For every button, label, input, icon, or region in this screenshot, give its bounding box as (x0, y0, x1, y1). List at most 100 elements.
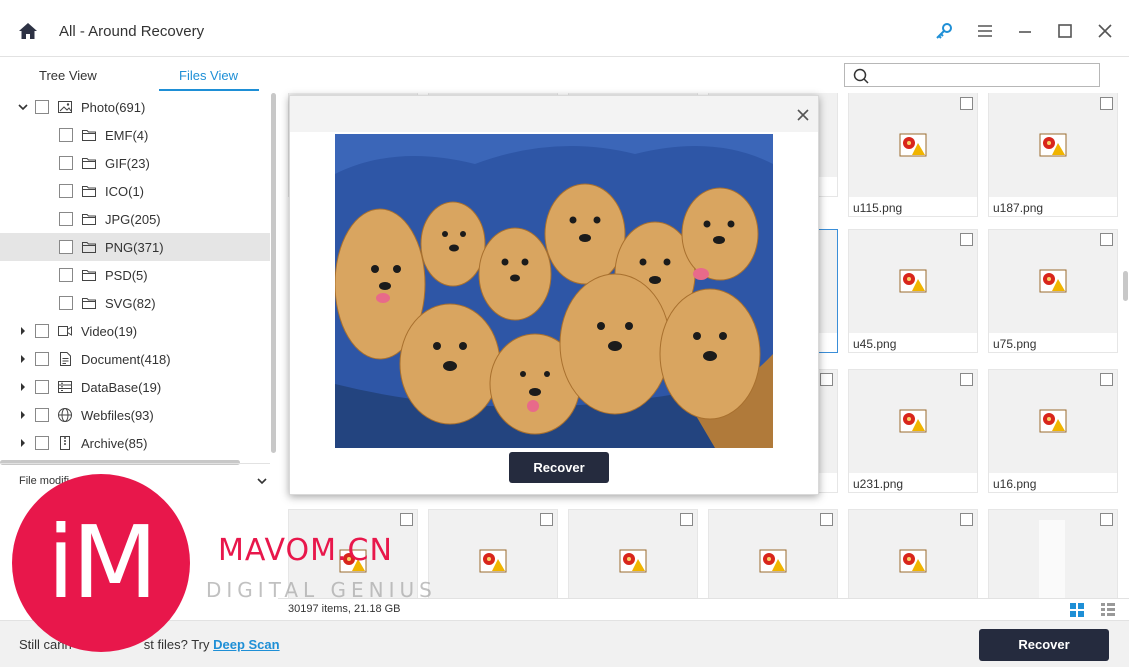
file-checkbox[interactable] (820, 513, 833, 526)
tree-checkbox[interactable] (35, 100, 49, 114)
tree-item-ico[interactable]: ICO(1) (0, 177, 270, 205)
file-card-u187[interactable]: u187.png (988, 93, 1118, 217)
tree-item-label: Document(418) (81, 352, 171, 367)
image-file-icon (759, 549, 787, 573)
file-card-u75[interactable]: u75.png (988, 229, 1118, 353)
image-file-icon (899, 549, 927, 573)
thumbnail (989, 510, 1117, 598)
chevron-down-icon[interactable] (257, 476, 267, 486)
image-file-icon (619, 549, 647, 573)
tree-item-document[interactable]: Document(418) (0, 345, 270, 373)
tree-checkbox[interactable] (59, 156, 73, 170)
tree-item-video[interactable]: Video(19) (0, 317, 270, 345)
watermark-brand: MAVOM.CN (218, 533, 393, 568)
archive-icon (60, 436, 70, 450)
tree-checkbox[interactable] (59, 268, 73, 282)
file-checkbox[interactable] (960, 373, 973, 386)
tree-checkbox[interactable] (35, 408, 49, 422)
file-checkbox[interactable] (960, 97, 973, 110)
file-card-u231[interactable]: u231.png (848, 369, 978, 493)
tree-item-label: Video(19) (81, 324, 138, 339)
preview-recover-button[interactable]: Recover (509, 452, 609, 483)
tab-files-view[interactable]: Files View (179, 68, 238, 83)
preview-header (290, 96, 818, 132)
file-checkbox[interactable] (1100, 97, 1113, 110)
close-icon[interactable] (797, 109, 809, 121)
file-checkbox[interactable] (540, 513, 553, 526)
file-card[interactable] (708, 509, 838, 598)
tree-item-label: JPG(205) (105, 212, 161, 227)
tree-checkbox[interactable] (59, 240, 73, 254)
tree-checkbox[interactable] (59, 296, 73, 310)
chevron-right-icon[interactable] (18, 382, 28, 392)
maximize-icon[interactable] (1056, 22, 1074, 40)
chevron-right-icon[interactable] (18, 410, 28, 420)
list-view-icon[interactable] (1101, 603, 1115, 617)
tree-item-jpg[interactable]: JPG(205) (0, 205, 270, 233)
menu-icon[interactable] (976, 22, 994, 40)
file-card-u115[interactable]: u115.png (848, 93, 978, 217)
chevron-right-icon[interactable] (18, 438, 28, 448)
file-checkbox[interactable] (820, 373, 833, 386)
image-file-icon (899, 133, 927, 157)
file-checkbox[interactable] (960, 233, 973, 246)
tree-checkbox[interactable] (35, 380, 49, 394)
tree-checkbox[interactable] (59, 184, 73, 198)
tree-item-svg[interactable]: SVG(82) (0, 289, 270, 317)
tree-item-gif[interactable]: GIF(23) (0, 149, 270, 177)
tree-checkbox[interactable] (59, 212, 73, 226)
file-card[interactable] (848, 509, 978, 598)
key-icon[interactable] (935, 22, 953, 40)
file-card-u16[interactable]: u16.png (988, 369, 1118, 493)
tree-item-psd[interactable]: PSD(5) (0, 261, 270, 289)
sidebar-scrollbar[interactable] (271, 93, 276, 453)
folder-icon (82, 158, 96, 169)
tree-item-label: SVG(82) (105, 296, 156, 311)
watermark-logo: iM (12, 474, 190, 652)
recover-button[interactable]: Recover (979, 629, 1109, 661)
file-card[interactable] (428, 509, 558, 598)
database-icon (58, 381, 72, 393)
chevron-right-icon[interactable] (18, 326, 28, 336)
file-checkbox[interactable] (400, 513, 413, 526)
grid-view-icon[interactable] (1070, 603, 1084, 617)
tree-checkbox[interactable] (35, 324, 49, 338)
search-box[interactable] (844, 63, 1100, 87)
chevron-right-icon[interactable] (18, 354, 28, 364)
file-card[interactable] (568, 509, 698, 598)
tree-checkbox[interactable] (35, 352, 49, 366)
tree-item-png[interactable]: PNG(371) (0, 233, 270, 261)
file-checkbox[interactable] (1100, 513, 1113, 526)
tree-item-database[interactable]: DataBase(19) (0, 373, 270, 401)
file-card-u45[interactable]: u45.png (848, 229, 978, 353)
tree-item-webfiles[interactable]: Webfiles(93) (0, 401, 270, 429)
file-checkbox[interactable] (960, 513, 973, 526)
tree-item-photo[interactable]: Photo(691) (0, 93, 270, 121)
close-icon[interactable] (1096, 22, 1114, 40)
preview-dialog: Recover (289, 95, 819, 495)
minimize-icon[interactable] (1016, 22, 1034, 40)
tree-item-archive[interactable]: Archive(85) (0, 429, 270, 457)
home-icon[interactable] (18, 22, 38, 40)
watermark-logo-text: iM (46, 504, 158, 621)
file-checkbox[interactable] (1100, 373, 1113, 386)
tab-tree-view[interactable]: Tree View (39, 68, 97, 83)
file-name: u75.png (993, 337, 1037, 351)
deep-scan-link[interactable]: Deep Scan (213, 637, 279, 652)
search-input[interactable] (873, 66, 1093, 84)
tree-checkbox[interactable] (35, 436, 49, 450)
file-checkbox[interactable] (1100, 233, 1113, 246)
tree-item-label: Webfiles(93) (81, 408, 154, 423)
file-name: u231.png (853, 477, 904, 491)
folder-icon (82, 186, 96, 197)
image-file-icon (1039, 269, 1067, 293)
file-name: u187.png (993, 201, 1044, 215)
grid-scrollbar[interactable] (1123, 271, 1128, 301)
tree-item-emf[interactable]: EMF(4) (0, 121, 270, 149)
tree-item-label: Archive(85) (81, 436, 148, 451)
image-file-icon (899, 269, 927, 293)
file-checkbox[interactable] (680, 513, 693, 526)
chevron-down-icon[interactable] (18, 102, 28, 112)
tree-checkbox[interactable] (59, 128, 73, 142)
file-card[interactable] (988, 509, 1118, 598)
